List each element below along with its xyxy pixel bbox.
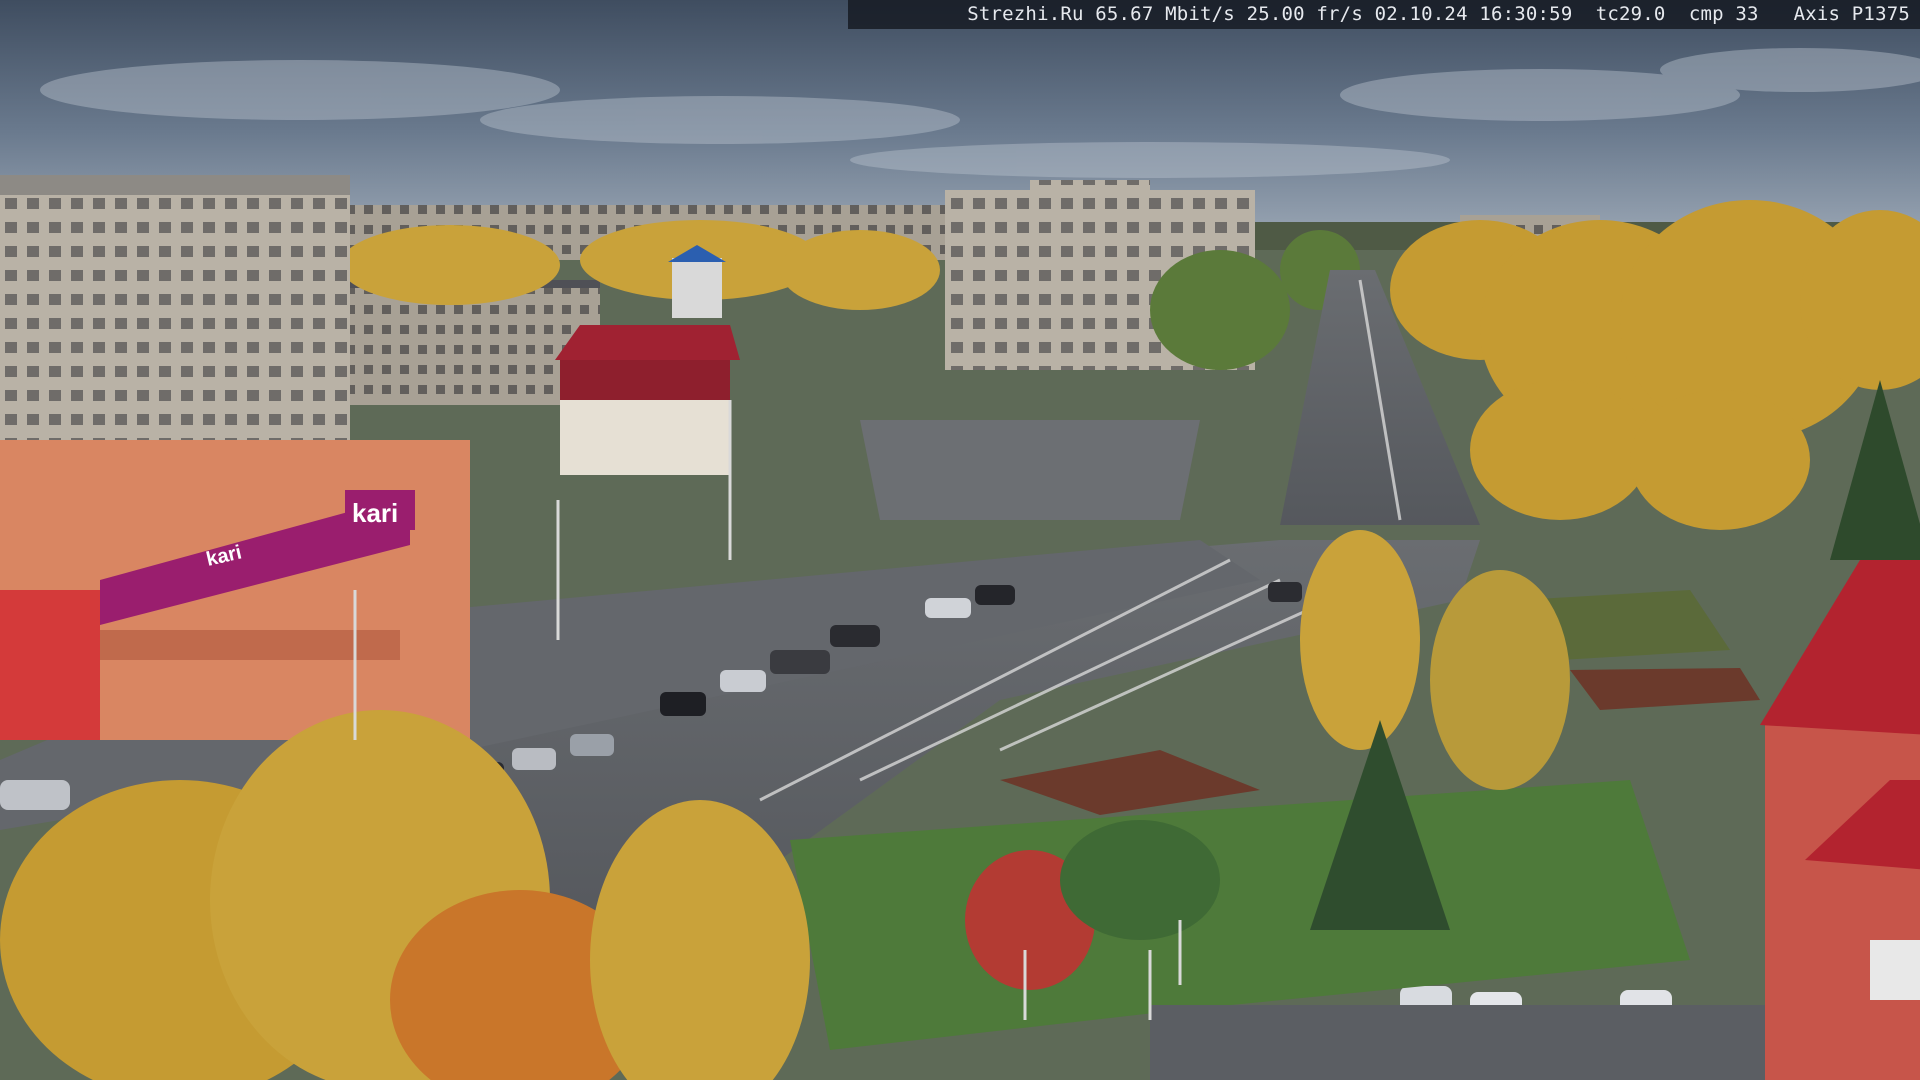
kari-sign-logo: kari bbox=[352, 498, 398, 528]
blue-tower bbox=[672, 258, 722, 318]
webcam-view: kari kari bbox=[0, 0, 1920, 1080]
shopping-center bbox=[0, 440, 470, 740]
parking-lot-bottom bbox=[1150, 1005, 1770, 1080]
red-roof-house bbox=[555, 325, 740, 475]
camera-info-overlay: Strezhi.Ru 65.67 Mbit/s 25.00 fr/s 02.10… bbox=[848, 0, 1920, 29]
plaza bbox=[860, 420, 1200, 520]
